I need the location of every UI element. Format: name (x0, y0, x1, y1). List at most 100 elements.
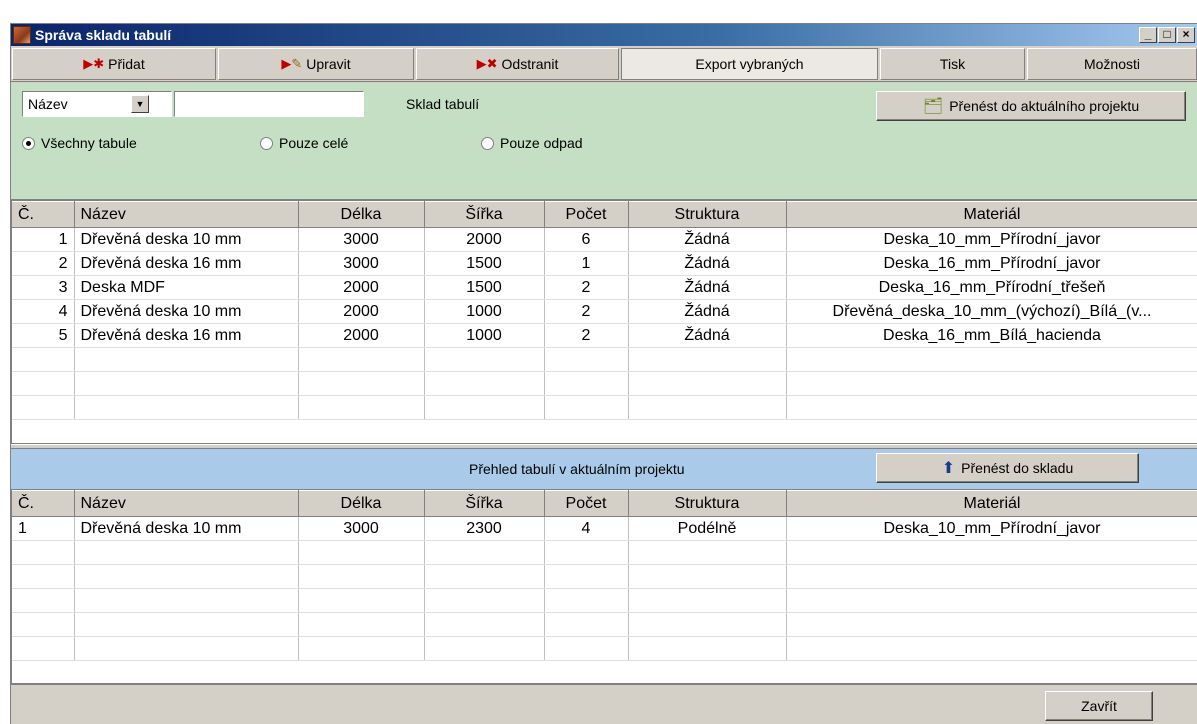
table-row[interactable]: 1 Dřevěná deska 10 mm 3000 2000 6 Žádná … (12, 227, 1197, 252)
chevron-down-icon[interactable]: ▼ (131, 95, 149, 113)
add-button[interactable]: ▶✱ Přidat (12, 48, 216, 80)
radio-whole-label: Pouze celé (279, 135, 349, 151)
table-cell: 2 (544, 275, 629, 300)
options-button[interactable]: Možnosti (1027, 48, 1197, 80)
column-header-width[interactable]: Šířka (424, 201, 545, 228)
table-cell: Žádná (628, 227, 787, 252)
print-button[interactable]: Tisk (880, 48, 1025, 80)
table-cell: 2000 (298, 275, 425, 300)
options-label: Možnosti (1083, 56, 1141, 72)
transfer-to-stock-label: Přenést do skladu (961, 460, 1074, 476)
add-icon: ▶✱ (83, 56, 105, 71)
table-cell: Deska_10_mm_Přírodní_javor (786, 516, 1197, 541)
column-header-name[interactable]: Název (74, 201, 299, 228)
table-cell: 1000 (424, 299, 545, 324)
empty-row (12, 564, 1197, 589)
table-row[interactable]: 5 Dřevěná deska 16 mm 2000 1000 2 Žádná … (12, 323, 1197, 348)
table-cell: Dřevěná deska 10 mm (74, 227, 299, 252)
transfer-to-stock-button[interactable]: ⬆ Přenést do skladu (876, 453, 1139, 483)
delete-button[interactable]: ▶✖ Odstranit (416, 48, 619, 80)
table-cell: 1 (12, 516, 75, 541)
stock-manager-window: Správa skladu tabulí _ □ × ▶✱ Přidat ▶✎ … (10, 23, 1197, 724)
title-bar[interactable]: Správa skladu tabulí _ □ × (11, 24, 1197, 46)
project-panel: Přehled tabulí v aktuálním projektu ⬆ Př… (11, 449, 1197, 489)
table-cell: 2 (544, 299, 629, 324)
table-cell: Dřevěná deska 10 mm (74, 299, 299, 324)
table-cell: Deska MDF (74, 275, 299, 300)
project-table-header: Č. Název Délka Šířka Počet Struktura Mat… (12, 490, 1197, 517)
table-cell: Žádná (628, 251, 787, 276)
stock-table[interactable]: Č. Název Délka Šířka Počet Struktura Mat… (11, 200, 1197, 444)
column-header-number[interactable]: Č. (12, 490, 75, 517)
table-cell: Žádná (628, 275, 787, 300)
column-header-count[interactable]: Počet (544, 201, 629, 228)
table-cell: 1500 (424, 275, 545, 300)
column-header-structure[interactable]: Struktura (628, 201, 787, 228)
table-row[interactable]: 3 Deska MDF 2000 1500 2 Žádná Deska_16_m… (12, 275, 1197, 300)
transfer-to-project-icon: 🗂 (922, 98, 944, 115)
table-cell: 5 (12, 323, 75, 348)
table-cell: Deska_10_mm_Přírodní_javor (786, 227, 1197, 252)
radio-whole-indicator (260, 136, 273, 150)
app-icon (13, 26, 31, 44)
export-label: Export vybraných (695, 56, 804, 72)
maximize-button[interactable]: □ (1158, 27, 1176, 43)
table-cell: 2000 (424, 227, 545, 252)
table-cell: Dřevěná deska 10 mm (74, 516, 299, 541)
export-selected-button[interactable]: Export vybraných (621, 48, 878, 80)
project-panel-title: Přehled tabulí v aktuálním projektu (469, 461, 685, 477)
column-header-structure[interactable]: Struktura (628, 490, 787, 517)
table-cell: 1 (12, 227, 75, 252)
table-row[interactable]: 1 Dřevěná deska 10 mm 3000 2300 4 Podéln… (12, 516, 1197, 541)
search-input[interactable] (174, 91, 364, 117)
column-header-number[interactable]: Č. (12, 201, 75, 228)
column-header-material[interactable]: Materiál (786, 490, 1197, 517)
minimize-button[interactable]: _ (1139, 27, 1157, 43)
table-row[interactable]: 4 Dřevěná deska 10 mm 2000 1000 2 Žádná … (12, 299, 1197, 324)
close-button-label: Zavřít (1081, 698, 1117, 714)
edit-button[interactable]: ▶✎ Upravit (218, 48, 414, 80)
table-cell: Deska_16_mm_Přírodní_javor (786, 251, 1197, 276)
add-label: Přidat (108, 56, 145, 72)
project-table[interactable]: Č. Název Délka Šířka Počet Struktura Mat… (11, 489, 1197, 684)
filter-field-select[interactable]: Název ▼ (22, 91, 172, 117)
table-cell: 2 (12, 251, 75, 276)
table-cell: Žádná (628, 323, 787, 348)
close-window-button[interactable]: × (1177, 27, 1195, 43)
table-cell: Žádná (628, 299, 787, 324)
empty-row (12, 612, 1197, 637)
table-cell: Dřevěná deska 16 mm (74, 251, 299, 276)
table-cell: Dřevěná_deska_10_mm_(výchozí)_Bílá_(v... (786, 299, 1197, 324)
filter-field-value: Název (28, 96, 68, 112)
table-cell: 1000 (424, 323, 545, 348)
empty-row (12, 540, 1197, 565)
empty-row (12, 347, 1197, 372)
radio-waste-only[interactable]: Pouze odpad (481, 135, 583, 151)
empty-row (12, 588, 1197, 613)
table-cell: 2000 (298, 323, 425, 348)
column-header-width[interactable]: Šířka (424, 490, 545, 517)
table-cell: 6 (544, 227, 629, 252)
close-button[interactable]: Zavřít (1045, 691, 1153, 721)
transfer-to-project-button[interactable]: 🗂 Přenést do aktuálního projektu (876, 91, 1186, 121)
column-header-length[interactable]: Délka (298, 201, 425, 228)
table-cell: 4 (544, 516, 629, 541)
table-cell: 2300 (424, 516, 545, 541)
table-row[interactable]: 2 Dřevěná deska 16 mm 3000 1500 1 Žádná … (12, 251, 1197, 276)
table-cell: 3000 (298, 251, 425, 276)
transfer-to-stock-icon: ⬆ (941, 460, 956, 477)
table-cell: 2000 (298, 299, 425, 324)
column-header-length[interactable]: Délka (298, 490, 425, 517)
column-header-count[interactable]: Počet (544, 490, 629, 517)
radio-all-label: Všechny tabule (41, 135, 137, 151)
dialog-footer: Zavřít (11, 684, 1197, 724)
stock-panel-title: Sklad tabulí (406, 96, 480, 112)
delete-label: Odstranit (501, 56, 559, 72)
empty-row (12, 395, 1197, 420)
column-header-name[interactable]: Název (74, 490, 299, 517)
table-cell: 3000 (298, 516, 425, 541)
empty-row (12, 371, 1197, 396)
radio-whole-only[interactable]: Pouze celé (260, 135, 348, 151)
radio-all-sheets[interactable]: Všechny tabule (22, 135, 137, 151)
column-header-material[interactable]: Materiál (786, 201, 1197, 228)
